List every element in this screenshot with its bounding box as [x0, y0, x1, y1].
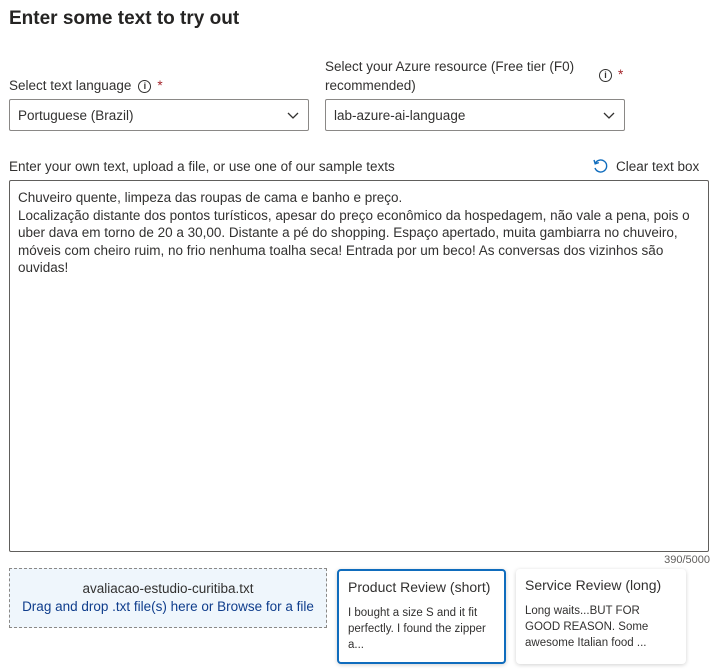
file-drop-zone[interactable]: avaliacao-estudio-curitiba.txt Drag and …: [9, 568, 327, 628]
character-count: 390/5000: [664, 554, 710, 566]
uploaded-file-name: avaliacao-estudio-curitiba.txt: [82, 581, 254, 596]
sample-card-title: Service Review (long): [525, 577, 662, 593]
sample-card-product-review[interactable]: Product Review (short) I bought a size S…: [337, 569, 506, 664]
language-label: Select text language: [9, 78, 132, 93]
required-mark: *: [618, 67, 624, 82]
sample-card-preview: I bought a size S and it fit perfectly. …: [348, 607, 486, 651]
required-mark: *: [157, 78, 163, 93]
page-title: Enter some text to try out: [9, 8, 240, 29]
resource-dropdown-value: lab-azure-ai-language: [334, 108, 466, 123]
info-icon[interactable]: i: [599, 69, 612, 82]
resource-label-line2: recommended): [325, 78, 416, 93]
clear-text-button[interactable]: Clear text box: [592, 158, 699, 174]
refresh-icon: [593, 159, 608, 173]
clear-text-label: Clear text box: [616, 158, 700, 174]
info-icon[interactable]: i: [138, 80, 152, 93]
resource-label-row: Select your Azure resource (Free tier (F…: [325, 57, 625, 95]
resource-label-line1: Select your Azure resource (Free tier (F…: [325, 59, 575, 74]
chevron-down-icon: [287, 112, 299, 119]
text-input-area[interactable]: Chuveiro quente, limpeza das roupas de c…: [9, 180, 709, 552]
chevron-down-icon: [603, 112, 615, 119]
sample-card-title: Product Review (short): [348, 579, 491, 595]
text-instructions: Enter your own text, upload a file, or u…: [9, 159, 395, 174]
resource-info-row: i *: [592, 65, 623, 84]
language-label-row: Select text language i *: [9, 76, 163, 95]
sample-card-preview: Long waits...BUT FOR GOOD REASON. Some a…: [525, 605, 649, 649]
language-dropdown-value: Portuguese (Brazil): [18, 108, 134, 123]
language-dropdown[interactable]: Portuguese (Brazil): [9, 99, 309, 131]
resource-dropdown[interactable]: lab-azure-ai-language: [325, 99, 625, 131]
sample-card-service-review[interactable]: Service Review (long) Long waits...BUT F…: [516, 569, 686, 664]
browse-file-link[interactable]: Drag and drop .txt file(s) here or Brows…: [10, 599, 326, 614]
